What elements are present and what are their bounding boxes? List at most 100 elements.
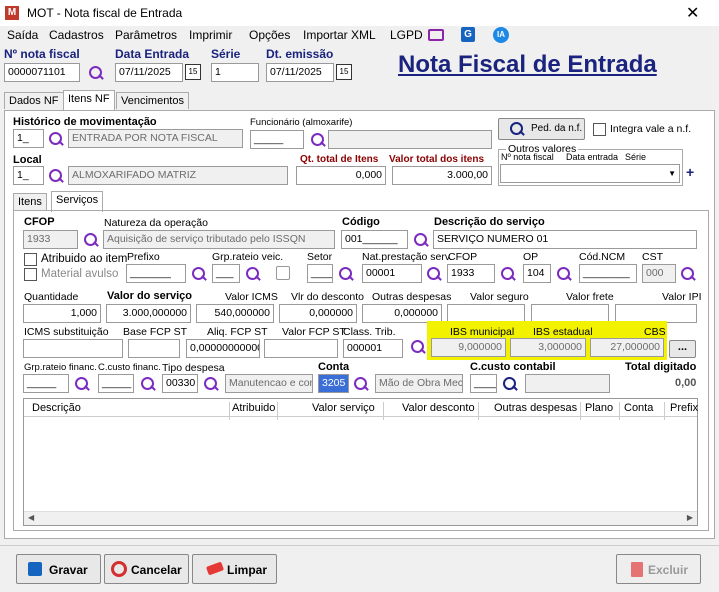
search-icon[interactable] <box>410 339 426 355</box>
op-input[interactable]: 104 <box>523 264 551 283</box>
natprest-input[interactable]: 00001 <box>362 264 422 283</box>
grprateio-input[interactable]: ___ <box>212 264 240 283</box>
search-icon[interactable] <box>502 376 518 392</box>
search-icon[interactable] <box>203 376 219 392</box>
menu-lgpd[interactable]: LGPD <box>390 28 423 42</box>
class-trib-input[interactable]: 000001 <box>343 339 403 358</box>
base-fcp-input[interactable] <box>128 339 180 358</box>
dt-emissao-input[interactable]: 07/11/2025 <box>266 63 334 82</box>
col-valor-desconto[interactable]: Valor desconto <box>402 402 475 414</box>
grprateio-fin-input[interactable]: _____ <box>23 374 69 393</box>
codncm-input[interactable]: ________ <box>579 264 637 283</box>
cfop-label: CFOP <box>24 216 55 228</box>
quantidade-input[interactable]: 1,000 <box>23 304 101 323</box>
search-icon[interactable] <box>74 376 90 392</box>
search-icon[interactable] <box>140 376 156 392</box>
menu-cadastros[interactable]: Cadastros <box>49 28 104 42</box>
nota-input[interactable]: 0000071101 <box>4 63 80 82</box>
base-fcp-label: Base FCP ST <box>123 326 187 338</box>
serie-input[interactable]: 1 <box>211 63 259 82</box>
valor-fcp-input[interactable] <box>264 339 338 358</box>
ped-nf-button[interactable]: Ped. da n.f. <box>498 118 585 140</box>
search-icon[interactable] <box>83 232 99 248</box>
col-prefixo[interactable]: Prefix <box>670 402 698 414</box>
monitor-icon[interactable] <box>428 29 444 41</box>
search-icon[interactable] <box>500 266 516 282</box>
cfop2-input[interactable]: 1933 <box>447 264 495 283</box>
tab-itens-nf[interactable]: Itens NF <box>63 90 115 112</box>
op-label: OP <box>523 251 539 263</box>
col-plano[interactable]: Plano <box>585 402 613 414</box>
material-checkbox[interactable] <box>24 268 37 281</box>
limpar-button[interactable]: Limpar <box>192 554 277 584</box>
tab-servicos[interactable]: Serviços <box>51 191 104 212</box>
atribuido-checkbox[interactable] <box>24 253 37 266</box>
search-icon[interactable] <box>680 266 696 282</box>
search-icon[interactable] <box>48 131 64 147</box>
historico-code-input[interactable]: 1_ <box>13 129 44 148</box>
close-icon[interactable]: ✕ <box>686 3 699 23</box>
ccusto-contabil-label: C.custo contabil <box>470 361 556 373</box>
local-code-input[interactable]: 1_ <box>13 166 44 185</box>
col-outras-despesas[interactable]: Outras despesas <box>494 402 577 414</box>
search-icon[interactable] <box>88 65 104 81</box>
prefixo-input[interactable]: _______ <box>126 264 186 283</box>
menu-importar-xml[interactable]: Importar XML <box>303 28 376 42</box>
tab-itens[interactable]: Itens <box>13 193 47 210</box>
col-valor-servico[interactable]: Valor serviço <box>312 402 375 414</box>
valor-servico-input[interactable]: 3.000,000000 <box>106 304 191 323</box>
add-outros-icon[interactable]: + <box>686 164 694 180</box>
funcionario-desc <box>328 130 492 149</box>
col-conta[interactable]: Conta <box>624 402 653 414</box>
col-descricao[interactable]: Descrição <box>32 402 81 414</box>
tab-dados-nf[interactable]: Dados NF <box>4 92 64 109</box>
ccusto-fin-input[interactable]: _____ <box>98 374 134 393</box>
search-icon[interactable] <box>426 266 442 282</box>
scroll-right-icon[interactable]: ▶ <box>687 513 693 522</box>
tipo-despesa-code[interactable]: 00330 <box>162 374 198 393</box>
calendar-icon[interactable]: 15 <box>185 64 201 80</box>
conta-code[interactable]: 3205 <box>318 374 349 393</box>
g-app-icon[interactable]: G <box>461 27 475 42</box>
tab-vencimentos[interactable]: Vencimentos <box>116 92 189 109</box>
outros-col-serie: Série <box>625 152 647 162</box>
more-button[interactable]: ... <box>669 340 696 358</box>
search-icon[interactable] <box>338 266 354 282</box>
gravar-button[interactable]: Gravar <box>16 554 101 584</box>
menu-saida[interactable]: Saída <box>7 28 38 42</box>
search-icon[interactable] <box>245 266 261 282</box>
search-icon[interactable] <box>353 376 369 392</box>
vlr-desconto-input[interactable]: 0,000000 <box>279 304 357 323</box>
outros-valores-select[interactable]: ▼ <box>500 164 680 183</box>
funcionario-input[interactable]: _____ <box>250 130 304 149</box>
search-icon[interactable] <box>413 232 429 248</box>
data-entrada-input[interactable]: 07/11/2025 <box>115 63 183 82</box>
search-icon[interactable] <box>48 168 64 184</box>
vlr-desconto-label: Vlr do desconto <box>291 291 364 303</box>
print-icon[interactable] <box>276 266 290 280</box>
calendar-icon[interactable]: 15 <box>336 64 352 80</box>
menu-parametros[interactable]: Parâmetros <box>115 28 177 42</box>
icms-subst-input[interactable] <box>23 339 123 358</box>
search-icon[interactable] <box>191 266 207 282</box>
setor-input[interactable]: ____ <box>307 264 333 283</box>
ia-icon[interactable]: IA <box>493 27 509 43</box>
search-icon[interactable] <box>310 132 326 148</box>
cbs-value: 27,000000 <box>590 338 664 357</box>
outros-col-data: Data entrada <box>566 152 619 162</box>
horizontal-scrollbar[interactable]: ◀ ▶ <box>24 511 697 525</box>
menu-opcoes[interactable]: Opções <box>249 28 290 42</box>
cancelar-button[interactable]: Cancelar <box>104 554 189 584</box>
valor-icms-label: Valor ICMS <box>225 291 278 303</box>
scroll-left-icon[interactable]: ◀ <box>28 513 34 522</box>
aliq-fcp-input[interactable]: 0,00000000000 <box>186 339 260 358</box>
codigo-input[interactable]: 001______ <box>341 230 408 249</box>
valor-icms-input[interactable]: 540,000000 <box>196 304 274 323</box>
ccusto-contabil-input[interactable]: ____ <box>470 374 497 393</box>
col-atribuido[interactable]: Atribuido <box>232 402 275 414</box>
menu-imprimir[interactable]: Imprimir <box>189 28 232 42</box>
integra-checkbox[interactable] <box>593 123 606 136</box>
servicos-grid[interactable]: Descrição Atribuido Valor serviço Valor … <box>23 398 698 526</box>
search-icon[interactable] <box>556 266 572 282</box>
descricao-input[interactable]: SERVIÇO NUMERO 01 <box>433 230 697 249</box>
